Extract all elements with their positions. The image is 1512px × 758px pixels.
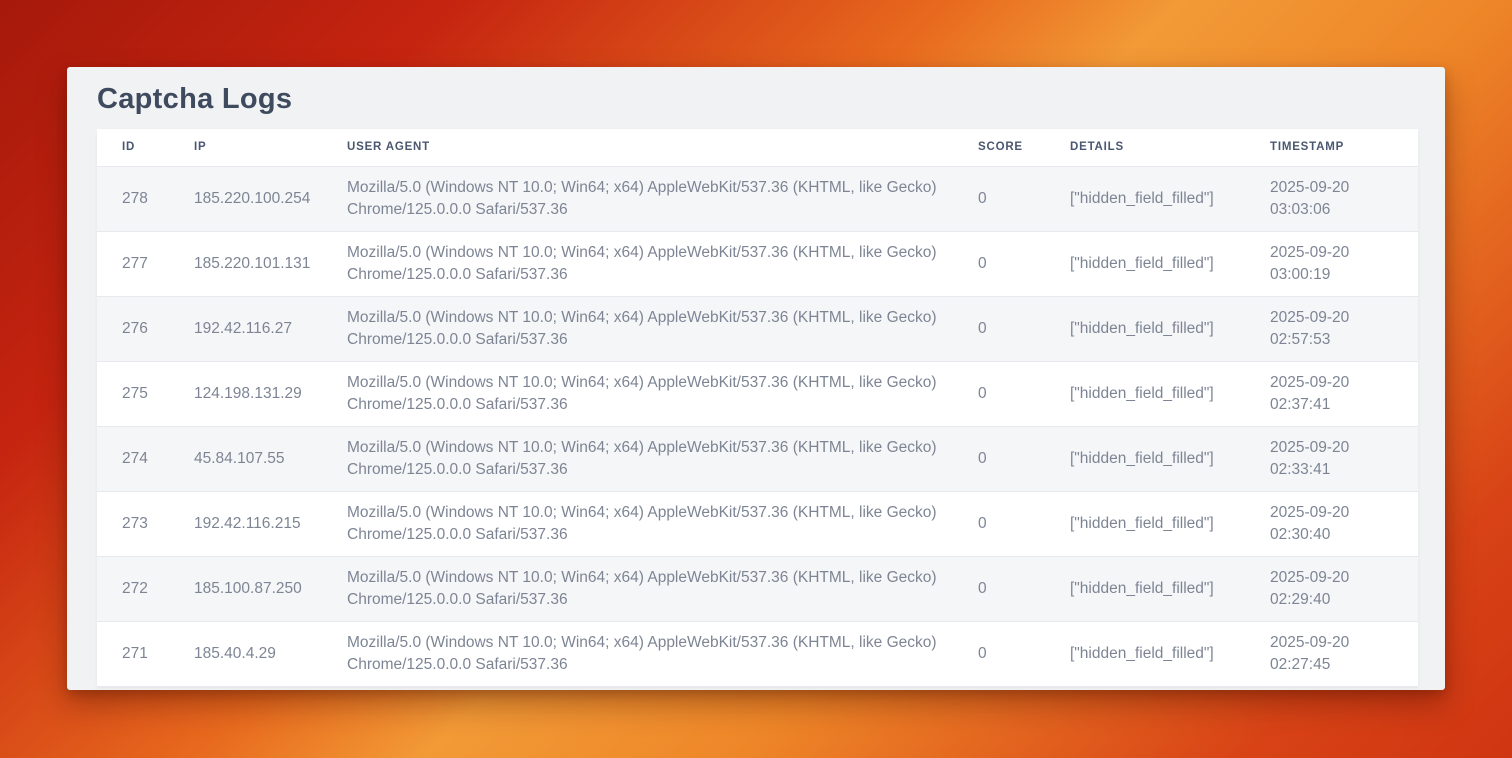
table-row: 273 192.42.116.215 Mozilla/5.0 (Windows …: [97, 491, 1418, 556]
cell-timestamp: 2025-09-20 02:57:53: [1270, 296, 1418, 361]
cell-user-agent: Mozilla/5.0 (Windows NT 10.0; Win64; x64…: [347, 361, 978, 426]
table-row: 272 185.100.87.250 Mozilla/5.0 (Windows …: [97, 556, 1418, 621]
cell-ip: 185.220.101.131: [194, 231, 347, 296]
column-header-ip: IP: [194, 129, 347, 166]
table-row: 271 185.40.4.29 Mozilla/5.0 (Windows NT …: [97, 621, 1418, 686]
cell-id: 276: [97, 296, 194, 361]
cell-score: 0: [978, 621, 1070, 686]
cell-id: 273: [97, 491, 194, 556]
table-row: 275 124.198.131.29 Mozilla/5.0 (Windows …: [97, 361, 1418, 426]
page-title: Captcha Logs: [97, 83, 1445, 116]
cell-details: ["hidden_field_filled"]: [1070, 426, 1270, 491]
cell-details: ["hidden_field_filled"]: [1070, 621, 1270, 686]
cell-score: 0: [978, 426, 1070, 491]
cell-ip: 192.42.116.27: [194, 296, 347, 361]
cell-timestamp: 2025-09-20 03:03:06: [1270, 166, 1418, 231]
table-row: 276 192.42.116.27 Mozilla/5.0 (Windows N…: [97, 296, 1418, 361]
column-header-details: DETAILS: [1070, 129, 1270, 166]
cell-id: 272: [97, 556, 194, 621]
cell-score: 0: [978, 166, 1070, 231]
cell-details: ["hidden_field_filled"]: [1070, 491, 1270, 556]
cell-timestamp: 2025-09-20 02:37:41: [1270, 361, 1418, 426]
cell-score: 0: [978, 296, 1070, 361]
captcha-logs-card: Captcha Logs ID IP USER AGENT SCORE DETA…: [67, 67, 1445, 690]
cell-user-agent: Mozilla/5.0 (Windows NT 10.0; Win64; x64…: [347, 296, 978, 361]
cell-ip: 45.84.107.55: [194, 426, 347, 491]
cell-user-agent: Mozilla/5.0 (Windows NT 10.0; Win64; x64…: [347, 426, 978, 491]
cell-details: ["hidden_field_filled"]: [1070, 361, 1270, 426]
column-header-user-agent: USER AGENT: [347, 129, 978, 166]
cell-id: 271: [97, 621, 194, 686]
cell-score: 0: [978, 491, 1070, 556]
cell-timestamp: 2025-09-20 02:30:40: [1270, 491, 1418, 556]
table-row: 277 185.220.101.131 Mozilla/5.0 (Windows…: [97, 231, 1418, 296]
captcha-logs-table: ID IP USER AGENT SCORE DETAILS TIMESTAMP…: [97, 129, 1418, 687]
cell-score: 0: [978, 556, 1070, 621]
cell-user-agent: Mozilla/5.0 (Windows NT 10.0; Win64; x64…: [347, 621, 978, 686]
column-header-timestamp: TIMESTAMP: [1270, 129, 1418, 166]
table-row: 274 45.84.107.55 Mozilla/5.0 (Windows NT…: [97, 426, 1418, 491]
cell-timestamp: 2025-09-20 02:29:40: [1270, 556, 1418, 621]
cell-timestamp: 2025-09-20 02:33:41: [1270, 426, 1418, 491]
column-header-id: ID: [97, 129, 194, 166]
cell-details: ["hidden_field_filled"]: [1070, 296, 1270, 361]
cell-ip: 185.100.87.250: [194, 556, 347, 621]
cell-details: ["hidden_field_filled"]: [1070, 231, 1270, 296]
cell-user-agent: Mozilla/5.0 (Windows NT 10.0; Win64; x64…: [347, 491, 978, 556]
cell-id: 275: [97, 361, 194, 426]
cell-ip: 124.198.131.29: [194, 361, 347, 426]
cell-ip: 192.42.116.215: [194, 491, 347, 556]
cell-score: 0: [978, 361, 1070, 426]
column-header-score: SCORE: [978, 129, 1070, 166]
cell-details: ["hidden_field_filled"]: [1070, 556, 1270, 621]
cell-user-agent: Mozilla/5.0 (Windows NT 10.0; Win64; x64…: [347, 231, 978, 296]
table-header-row: ID IP USER AGENT SCORE DETAILS TIMESTAMP: [97, 129, 1418, 166]
cell-timestamp: 2025-09-20 02:27:45: [1270, 621, 1418, 686]
table-row: 278 185.220.100.254 Mozilla/5.0 (Windows…: [97, 166, 1418, 231]
cell-ip: 185.40.4.29: [194, 621, 347, 686]
cell-user-agent: Mozilla/5.0 (Windows NT 10.0; Win64; x64…: [347, 556, 978, 621]
cell-user-agent: Mozilla/5.0 (Windows NT 10.0; Win64; x64…: [347, 166, 978, 231]
cell-id: 278: [97, 166, 194, 231]
cell-ip: 185.220.100.254: [194, 166, 347, 231]
cell-timestamp: 2025-09-20 03:00:19: [1270, 231, 1418, 296]
cell-score: 0: [978, 231, 1070, 296]
cell-id: 274: [97, 426, 194, 491]
cell-id: 277: [97, 231, 194, 296]
cell-details: ["hidden_field_filled"]: [1070, 166, 1270, 231]
